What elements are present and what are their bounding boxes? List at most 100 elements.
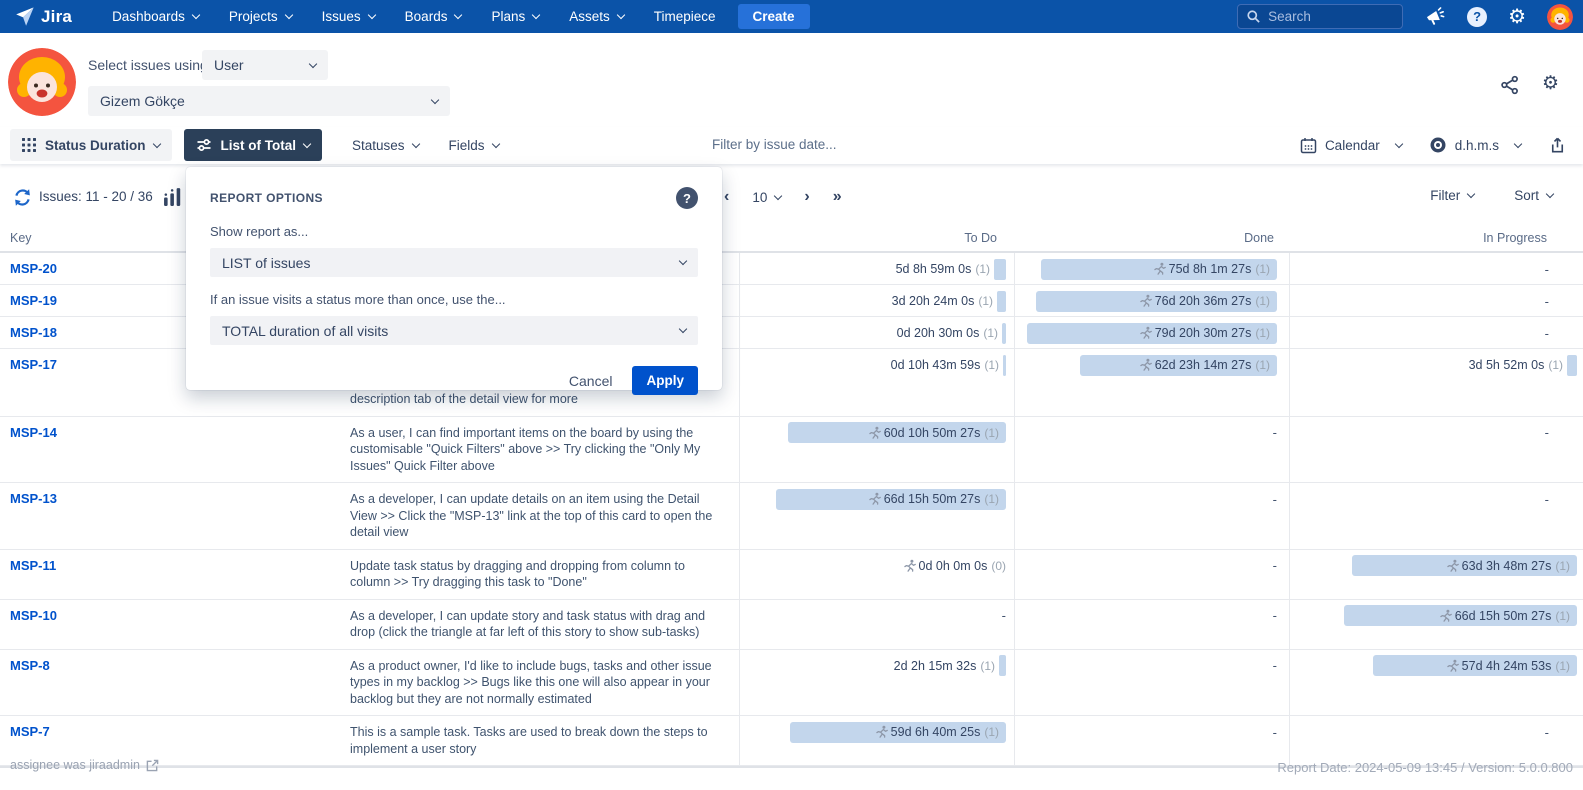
duration-text: 60d 10h 50m 27s <box>884 426 981 440</box>
inprogress-cell: 63d 3h 48m 27s(1) <box>1290 550 1583 599</box>
inprogress-cell: - <box>1290 253 1583 284</box>
show-report-select[interactable]: LIST of issues <box>210 248 698 277</box>
user-select[interactable]: Gizem Gökçe <box>88 86 450 116</box>
duration-bar: 79d 20h 30m 27s(1) <box>1027 323 1277 344</box>
report-date-version: Report Date: 2024-05-09 13:45 / Version:… <box>1277 760 1573 775</box>
visit-count: (1) <box>984 725 999 739</box>
report-toolbar: Status Duration List of Total Statuses F… <box>0 127 1583 164</box>
nav-issues[interactable]: Issues <box>322 9 375 24</box>
report-settings-gear-icon[interactable]: ⚙ <box>1542 74 1559 100</box>
inprogress-cell: - <box>1290 483 1583 549</box>
calendar-button[interactable]: Calendar <box>1300 137 1402 154</box>
done-cell: 62d 23h 14m 27s(1) <box>1015 349 1290 416</box>
next-page-icon[interactable]: › <box>804 186 809 208</box>
nav-plans[interactable]: Plans <box>491 9 539 24</box>
chevron-down-icon <box>192 11 200 19</box>
popup-help-icon[interactable]: ? <box>676 187 698 209</box>
page-size-select[interactable]: 10 <box>752 190 781 205</box>
apply-button[interactable]: Apply <box>632 366 698 395</box>
visit-count: (1) <box>1555 609 1570 623</box>
nav-projects[interactable]: Projects <box>229 9 292 24</box>
visit-count: (1) <box>983 326 998 340</box>
issue-key-link[interactable]: MSP-14 <box>10 425 57 440</box>
duration-bar: 76d 20h 36m 27s(1) <box>1036 291 1277 312</box>
duration-cell-content: - <box>1015 422 1289 444</box>
todo-cell: - <box>740 600 1015 649</box>
duration-bar: 57d 4h 24m 53s(1) <box>1373 655 1577 676</box>
nav-boards[interactable]: Boards <box>405 9 462 24</box>
footer-filter-link[interactable]: assignee was jiraadmin <box>10 758 159 772</box>
nav-assets[interactable]: Assets <box>569 9 624 24</box>
issue-key-link[interactable]: MSP-19 <box>10 293 57 308</box>
share-icon[interactable] <box>1500 75 1520 100</box>
date-filter-input[interactable]: Filter by issue date... <box>712 137 837 152</box>
inprogress-cell: 66d 15h 50m 27s(1) <box>1290 600 1583 649</box>
nav-timepiece[interactable]: Timepiece <box>654 9 716 24</box>
view-mode-button[interactable]: List of Total <box>184 129 323 161</box>
issue-key-link[interactable]: MSP-11 <box>10 558 56 573</box>
nav-dashboards[interactable]: Dashboards <box>112 9 199 24</box>
jira-logo[interactable]: Jira <box>14 6 72 27</box>
duration-bar: 66d 15h 50m 27s(1) <box>776 489 1006 510</box>
table-row: MSP-7 This is a sample task. Tasks are u… <box>0 716 1583 766</box>
todo-cell: 3d 20h 24m 0s(1) <box>740 285 1015 316</box>
issue-key-link[interactable]: MSP-13 <box>10 491 57 506</box>
last-page-icon[interactable]: » <box>833 186 842 208</box>
export-icon[interactable] <box>1548 136 1567 155</box>
help-icon[interactable]: ? <box>1467 7 1487 27</box>
prev-page-icon[interactable]: ‹ <box>724 186 729 208</box>
cancel-button[interactable]: Cancel <box>569 373 613 389</box>
issue-key-link[interactable]: MSP-18 <box>10 325 57 340</box>
user-avatar[interactable] <box>1547 4 1573 30</box>
duration-text: 76d 20h 36m 27s <box>1155 294 1252 308</box>
issue-key-link[interactable]: MSP-20 <box>10 261 57 276</box>
runner-icon <box>1139 358 1153 372</box>
sort-button[interactable]: Sort <box>1514 188 1553 203</box>
todo-cell: 0d 0h 0m 0s(0) <box>740 550 1015 599</box>
duration-cell-content: - <box>1290 488 1583 510</box>
chevron-down-icon <box>152 139 160 147</box>
issue-summary: As a product owner, I'd like to include … <box>350 650 739 716</box>
inprogress-cell: - <box>1290 417 1583 483</box>
issue-key-link[interactable]: MSP-7 <box>10 724 50 739</box>
refresh-icon[interactable] <box>12 187 33 213</box>
issue-key-link[interactable]: MSP-10 <box>10 608 57 623</box>
visit-count: (1) <box>1255 294 1270 308</box>
duration-bar <box>999 655 1006 676</box>
duration-bar: 62d 23h 14m 27s(1) <box>1080 355 1277 376</box>
visit-count: (1) <box>978 294 993 308</box>
issue-key-link[interactable]: MSP-17 <box>10 357 57 372</box>
bar-chart-icon[interactable] <box>163 186 184 212</box>
duration-format-button[interactable]: d.h.m.s <box>1429 136 1521 154</box>
fields-button[interactable]: Fields <box>449 138 499 153</box>
no-duration-dash: - <box>1273 608 1277 623</box>
runner-icon <box>903 559 917 573</box>
no-duration-dash: - <box>1545 294 1549 309</box>
visit-count: (1) <box>1255 326 1270 340</box>
inprogress-cell: - <box>1290 716 1583 765</box>
done-cell: 76d 20h 36m 27s(1) <box>1015 285 1290 316</box>
duration-text: 66d 15h 50m 27s <box>884 492 981 506</box>
done-cell: - <box>1015 600 1290 649</box>
duration-text: 0d 10h 43m 59s <box>891 358 981 372</box>
filter-button[interactable]: Filter <box>1430 188 1474 203</box>
announcements-icon[interactable] <box>1423 4 1448 29</box>
settings-gear-icon[interactable]: ⚙ <box>1508 7 1526 27</box>
chevron-down-icon <box>431 95 439 103</box>
search-input[interactable] <box>1268 9 1388 24</box>
duration-text: 0d 20h 30m 0s <box>897 326 980 340</box>
issue-summary: This is a sample task. Tasks are used to… <box>350 716 739 765</box>
duration-cell-content: 75d 8h 1m 27s(1) <box>1015 258 1289 280</box>
duration-bar: 75d 8h 1m 27s(1) <box>1041 259 1277 280</box>
no-duration-dash: - <box>1545 262 1549 277</box>
visits-select[interactable]: TOTAL duration of all visits <box>210 316 698 345</box>
selected-user-avatar[interactable] <box>8 48 76 116</box>
create-button[interactable]: Create <box>738 4 810 29</box>
statuses-button[interactable]: Statuses <box>352 138 419 153</box>
issue-key-link[interactable]: MSP-8 <box>10 658 50 673</box>
report-type-button[interactable]: Status Duration <box>10 129 172 161</box>
issue-source-select[interactable]: User <box>202 50 328 80</box>
column-header-done: Done <box>1015 222 1290 251</box>
done-cell: - <box>1015 483 1290 549</box>
search-box[interactable] <box>1237 4 1403 29</box>
